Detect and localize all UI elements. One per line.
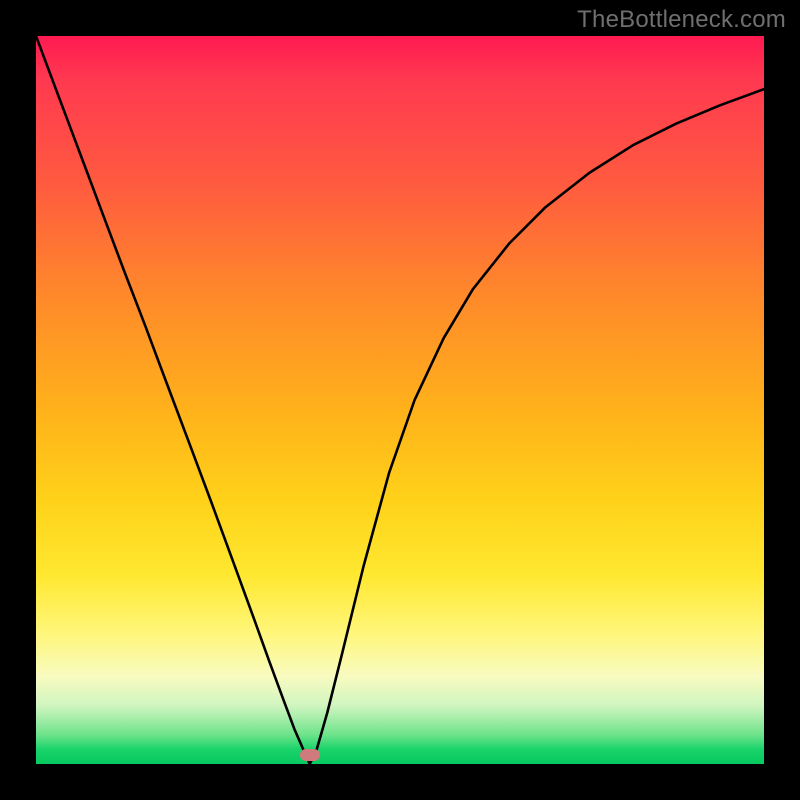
minimum-marker	[300, 749, 320, 761]
watermark-text: TheBottleneck.com	[577, 6, 786, 34]
chart-frame: TheBottleneck.com	[0, 0, 800, 800]
plot-area	[36, 36, 764, 764]
bottleneck-curve	[36, 36, 764, 764]
